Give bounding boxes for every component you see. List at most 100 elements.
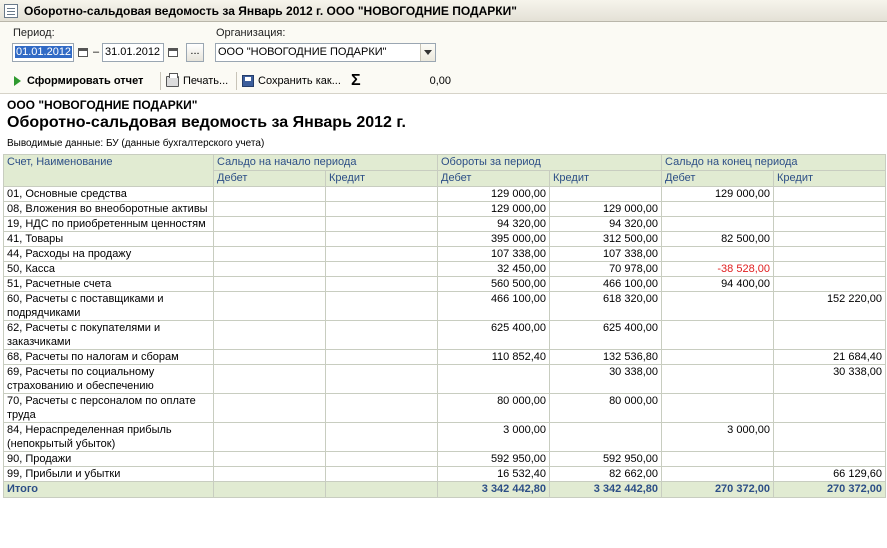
cell-account: 41, Товары <box>3 231 214 247</box>
table-row[interactable]: 68, Расчеты по налогам и сборам 110 852,4… <box>3 349 886 365</box>
cell-opening-debit <box>213 451 326 467</box>
cell-opening-debit <box>213 320 326 350</box>
table-row[interactable]: 62, Расчеты с покупателями и заказчиками… <box>3 320 886 350</box>
selection-sum-value: 0,00 <box>429 75 451 87</box>
header-opening-debit: Дебет <box>213 170 326 187</box>
cell-account: 60, Расчеты с поставщиками и подрядчикам… <box>3 291 214 321</box>
chevron-down-icon[interactable] <box>420 44 435 61</box>
cell-opening-credit <box>325 261 438 277</box>
cell-closing-credit <box>773 216 886 232</box>
cell-opening-debit <box>213 422 326 452</box>
cell-turnover-debit: 560 500,00 <box>437 276 550 292</box>
print-button[interactable]: Печать... <box>166 71 228 91</box>
cell-closing-credit <box>773 451 886 467</box>
cell-closing-credit: 21 684,40 <box>773 349 886 365</box>
cell-closing-debit <box>661 393 774 423</box>
toolbar-divider <box>160 72 161 90</box>
cell-turnover-credit: 592 950,00 <box>549 451 662 467</box>
cell-turnover-credit: 466 100,00 <box>549 276 662 292</box>
cell-closing-debit <box>661 291 774 321</box>
cell-opening-credit <box>325 364 438 394</box>
table-row[interactable]: 51, Расчетные счета 560 500,00 466 100,00 9… <box>3 276 886 292</box>
header-closing-credit: Кредит <box>773 170 886 187</box>
table-row[interactable]: 99, Прибыли и убытки 16 532,40 82 662,00 66… <box>3 466 886 482</box>
cell-closing-credit <box>773 201 886 217</box>
header-account: Счет, Наименование <box>3 154 214 187</box>
cell-opening-debit <box>213 393 326 423</box>
cell-opening-debit <box>213 216 326 232</box>
cell-turnover-debit <box>437 364 550 394</box>
toolbar-divider <box>236 72 237 90</box>
total-label: Итого <box>3 481 214 498</box>
cell-account: 90, Продажи <box>3 451 214 467</box>
cell-turnover-credit: 129 000,00 <box>549 201 662 217</box>
save-as-label: Сохранить как... <box>258 75 341 87</box>
window-title: Оборотно-сальдовая ведомость за Январь 2… <box>24 3 517 18</box>
total-opening-credit <box>325 481 438 498</box>
table-row[interactable]: 69, Расчеты по социальному страхованию и… <box>3 364 886 394</box>
cell-turnover-credit <box>549 422 662 452</box>
cell-turnover-credit: 107 338,00 <box>549 246 662 262</box>
header-opening-balance: Сальдо на начало периода <box>213 154 438 171</box>
header-closing-debit: Дебет <box>661 170 774 187</box>
cell-account: 69, Расчеты по социальному страхованию и… <box>3 364 214 394</box>
table-row[interactable]: 41, Товары 395 000,00 312 500,00 82 500,00 <box>3 231 886 247</box>
generate-report-button[interactable]: Сформировать отчет <box>14 71 143 91</box>
total-opening-debit <box>213 481 326 498</box>
cell-opening-credit <box>325 231 438 247</box>
cell-account: 51, Расчетные счета <box>3 276 214 292</box>
printer-icon <box>166 72 179 87</box>
table-row[interactable]: 90, Продажи 592 950,00 592 950,00 <box>3 451 886 467</box>
cell-account: 01, Основные средства <box>3 186 214 202</box>
cell-closing-debit <box>661 320 774 350</box>
cell-opening-debit <box>213 261 326 277</box>
print-label: Печать... <box>183 75 229 87</box>
table-row[interactable]: 01, Основные средства 129 000,00 129 000,0… <box>3 186 886 202</box>
cell-closing-debit <box>661 451 774 467</box>
total-row[interactable]: Итого 3 342 442,80 3 342 442,80 270 372,… <box>3 481 886 498</box>
date-from-field[interactable]: 01.01.2012 <box>12 43 74 62</box>
table-row[interactable]: 50, Касса 32 450,00 70 978,00 -38 528,00 <box>3 261 886 277</box>
cell-closing-credit <box>773 231 886 247</box>
cell-opening-credit <box>325 276 438 292</box>
save-as-button[interactable]: Сохранить как... <box>242 71 341 91</box>
table-row[interactable]: 60, Расчеты с поставщиками и подрядчикам… <box>3 291 886 321</box>
play-icon <box>14 76 21 86</box>
header-turnover-credit: Кредит <box>549 170 662 187</box>
cell-closing-credit <box>773 393 886 423</box>
table-row[interactable]: 70, Расчеты с персоналом по оплате труда… <box>3 393 886 423</box>
organization-select[interactable]: ООО "НОВОГОДНИЕ ПОДАРКИ" <box>215 43 436 62</box>
cell-opening-credit <box>325 291 438 321</box>
cell-closing-debit <box>661 246 774 262</box>
cell-opening-credit <box>325 201 438 217</box>
cell-account: 84, Нераспределенная прибыль (непокрытый… <box>3 422 214 452</box>
cell-closing-debit: 3 000,00 <box>661 422 774 452</box>
cell-account: 99, Прибыли и убытки <box>3 466 214 482</box>
cell-turnover-credit: 625 400,00 <box>549 320 662 350</box>
cell-closing-credit: 152 220,00 <box>773 291 886 321</box>
header-turnover: Обороты за период <box>437 154 662 171</box>
date-to-calendar-icon[interactable] <box>165 43 181 62</box>
table-row[interactable]: 08, Вложения во внеоборотные активы 129 0… <box>3 201 886 217</box>
total-closing-credit: 270 372,00 <box>773 481 886 498</box>
date-to-field[interactable]: 31.01.2012 <box>102 43 164 62</box>
header-closing-balance: Сальдо на конец периода <box>661 154 886 171</box>
cell-closing-debit <box>661 364 774 394</box>
cell-opening-debit <box>213 201 326 217</box>
cell-closing-debit: -38 528,00 <box>661 261 774 277</box>
cell-turnover-debit: 32 450,00 <box>437 261 550 277</box>
cell-turnover-credit: 312 500,00 <box>549 231 662 247</box>
cell-turnover-credit: 30 338,00 <box>549 364 662 394</box>
table-row[interactable]: 19, НДС по приобретенным ценностям 94 320… <box>3 216 886 232</box>
cell-opening-debit <box>213 349 326 365</box>
report-title: Оборотно-сальдовая ведомость за Январь 2… <box>7 114 406 131</box>
cell-turnover-debit: 16 532,40 <box>437 466 550 482</box>
date-from-calendar-icon[interactable] <box>75 43 91 62</box>
cell-opening-debit <box>213 364 326 394</box>
trial-balance-table: Счет, Наименование Сальдо на начало пери… <box>3 154 886 498</box>
period-select-button[interactable]: ... <box>186 43 204 62</box>
cell-opening-credit <box>325 393 438 423</box>
table-row[interactable]: 84, Нераспределенная прибыль (непокрытый… <box>3 422 886 452</box>
table-row[interactable]: 44, Расходы на продажу 107 338,00 107 338,… <box>3 246 886 262</box>
cell-closing-credit: 30 338,00 <box>773 364 886 394</box>
